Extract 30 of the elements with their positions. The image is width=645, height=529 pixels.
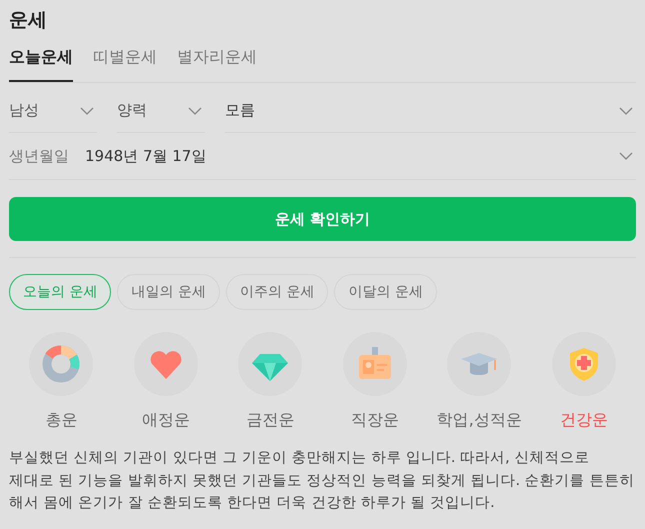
category-button[interactable]: 건강운 [532,332,636,431]
period-chip[interactable]: 이주의 운세 [226,274,328,310]
fortune-text: 부실했던 신체의 기관이 있다면 그 기운이 충만해지는 하루 입니다. 따라서, 신체적으로 제대로 된 기능을 발휘하지 못했던 기관들도 정상적인 능력을 되찾게 됩니다. 순환기를 튼튼히 해서 몸에 온기가 잘 순환되도록 한다면 더욱 건강한 하루가 될 것입니다. [9,449,636,513]
donut-chart-icon [42,346,80,382]
dropdown[interactable]: 모름 [225,89,636,133]
period-chip[interactable]: 오늘의 운세 [9,274,112,310]
category-button[interactable]: 학업,성적운 [427,332,532,431]
id-card-icon [358,347,391,379]
dropdown[interactable]: 양력 [117,89,205,133]
tab[interactable]: 오늘운세 [9,45,73,82]
category-button[interactable]: 직장운 [322,332,427,431]
category-button[interactable]: 애정운 [114,332,218,431]
page-title: 운세 [9,8,48,33]
chevron-down-icon [619,152,633,160]
category-button[interactable]: 총운 [9,332,114,431]
category-button[interactable]: 금전운 [218,332,322,431]
period-chip[interactable]: 내일의 운세 [117,274,220,310]
shield-cross-icon [570,348,598,381]
graduation-cap-icon [461,353,498,375]
birthdate-dropdown[interactable]: 생년월일 1948년 7월 17일 [9,133,636,180]
gem-icon [252,354,288,381]
chevron-down-icon [619,106,633,114]
tab[interactable]: 띠별운세 [93,45,157,82]
dropdown[interactable]: 남성 [9,89,97,133]
heart-icon [150,351,182,379]
chevron-down-icon [188,106,202,114]
chevron-down-icon [80,106,94,114]
check-fortune-button[interactable]: 운세 확인하기 [9,197,636,241]
period-chip[interactable]: 이달의 운세 [334,274,437,310]
tab[interactable]: 별자리운세 [177,45,257,82]
